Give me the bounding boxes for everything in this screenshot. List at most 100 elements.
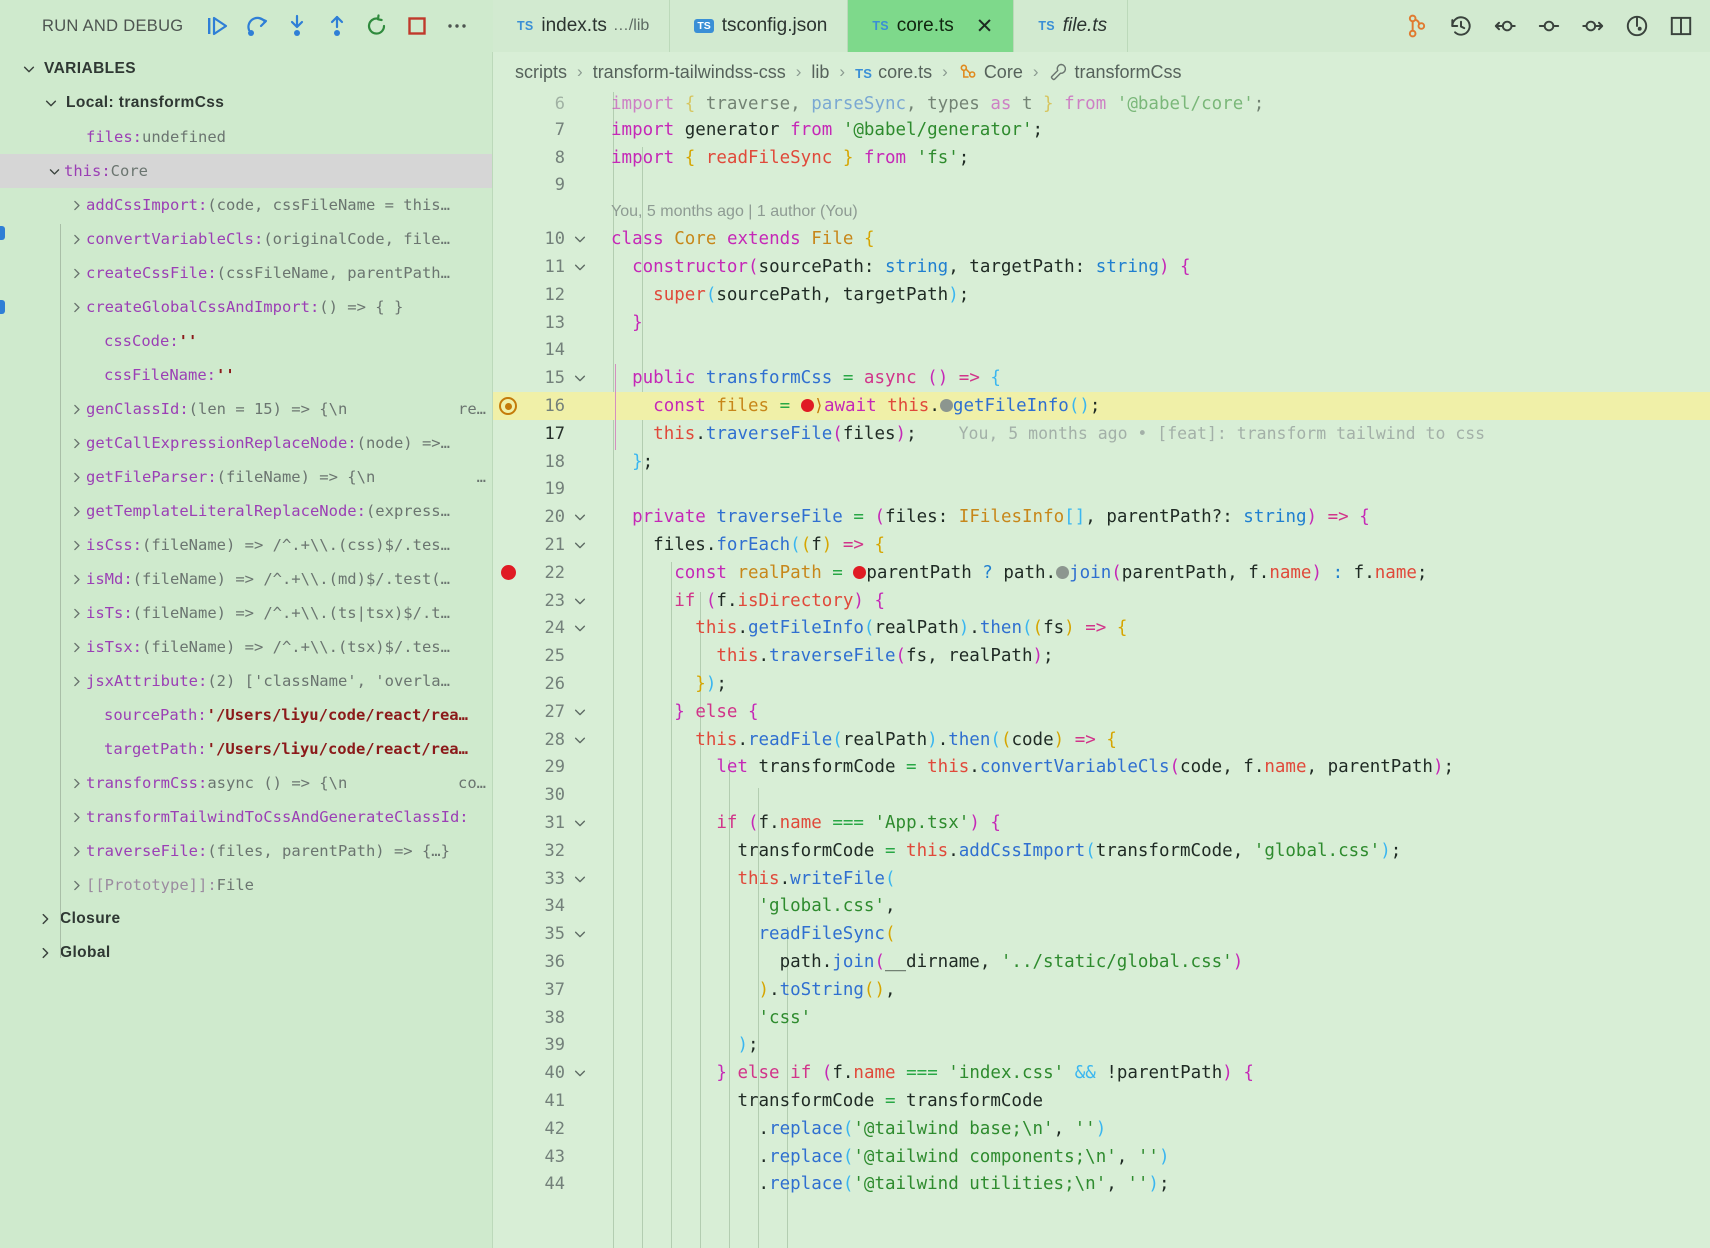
- variable-row[interactable]: cssFileName: '': [0, 358, 492, 392]
- fold-chevron-icon[interactable]: [565, 371, 595, 385]
- code-line[interactable]: 43 .replace('@tailwind components;\n', '…: [493, 1143, 1710, 1171]
- go-back-icon[interactable]: [1492, 13, 1518, 39]
- code-line[interactable]: 40 } else if (f.name === 'index.css' && …: [493, 1059, 1710, 1087]
- variable-row[interactable]: getCallExpressionReplaceNode: (node) =>…: [0, 426, 492, 460]
- variable-row[interactable]: traverseFile: (files, parentPath) => {…}: [0, 834, 492, 868]
- fold-chevron-icon[interactable]: [565, 232, 595, 246]
- code-line[interactable]: 12 super(sourcePath, targetPath);: [493, 281, 1710, 309]
- variable-row[interactable]: cssCode: '': [0, 324, 492, 358]
- code-line[interactable]: 7 import generator from '@babel/generator…: [493, 116, 1710, 144]
- breadcrumb-item[interactable]: transform-tailwindss-css: [593, 62, 786, 83]
- tab-core-ts[interactable]: TS core.ts ✕: [848, 0, 1015, 52]
- code-line[interactable]: 19: [493, 476, 1710, 504]
- scope-local-transformcss[interactable]: Local: transformCss: [0, 86, 492, 120]
- fold-chevron-icon[interactable]: [565, 1066, 595, 1080]
- code-line[interactable]: 25 this.traverseFile(fs, realPath);: [493, 642, 1710, 670]
- code-line[interactable]: 39 );: [493, 1032, 1710, 1060]
- stop-icon[interactable]: [405, 14, 429, 38]
- code-line[interactable]: 11 constructor(sourcePath: string, targe…: [493, 253, 1710, 281]
- chevron-right-icon[interactable]: [66, 607, 86, 620]
- variable-row[interactable]: sourcePath: '/Users/liyu/code/react/rea…: [0, 698, 492, 732]
- variable-row[interactable]: jsxAttribute: (2) ['className', 'overla…: [0, 664, 492, 698]
- code-line[interactable]: 24 this.getFileInfo(realPath).then((fs) …: [493, 615, 1710, 643]
- variable-row[interactable]: getFileParser: (fileName) => {\n…: [0, 460, 492, 494]
- restart-icon[interactable]: [365, 14, 389, 38]
- variable-row[interactable]: getTemplateLiteralReplaceNode: (express…: [0, 494, 492, 528]
- variable-row[interactable]: this: Core: [0, 154, 492, 188]
- code-line[interactable]: 21 files.forEach((f) => {: [493, 531, 1710, 559]
- variable-row[interactable]: addCssImport: (code, cssFileName = this…: [0, 188, 492, 222]
- variable-row[interactable]: isTsx: (fileName) => /^.+\\.(tsx)$/.tes…: [0, 630, 492, 664]
- variable-row[interactable]: [[Prototype]]: File: [0, 868, 492, 902]
- chevron-right-icon[interactable]: [66, 301, 86, 314]
- chevron-right-icon[interactable]: [66, 777, 86, 790]
- chevron-down-icon[interactable]: [44, 165, 64, 178]
- chevron-right-icon[interactable]: [66, 199, 86, 212]
- chevron-right-icon[interactable]: [66, 403, 86, 416]
- code-line[interactable]: 38 'css': [493, 1004, 1710, 1032]
- variable-row[interactable]: createCssFile: (cssFileName, parentPath…: [0, 256, 492, 290]
- code-line[interactable]: 35 readFileSync(: [493, 920, 1710, 948]
- fold-chevron-icon[interactable]: [565, 927, 595, 941]
- code-line[interactable]: 30: [493, 781, 1710, 809]
- code-line[interactable]: 17 this.traverseFile(files); You, 5 month…: [493, 420, 1710, 448]
- chevron-right-icon[interactable]: [66, 471, 86, 484]
- chevron-right-icon[interactable]: [66, 233, 86, 246]
- breadcrumb-item[interactable]: scripts: [515, 62, 567, 83]
- code-line[interactable]: 31 if (f.name === 'App.tsx') {: [493, 809, 1710, 837]
- scope-closure[interactable]: Closure: [0, 902, 492, 936]
- variable-row[interactable]: genClassId: (len = 15) => {\n re…: [0, 392, 492, 426]
- run-debug-icon[interactable]: [1624, 13, 1650, 39]
- code-line[interactable]: 29 let transformCode = this.convertVaria…: [493, 754, 1710, 782]
- tab-tsconfig-json[interactable]: TS tsconfig.json: [670, 0, 849, 52]
- code-line[interactable]: 20 private traverseFile = (files: IFiles…: [493, 503, 1710, 531]
- code-line[interactable]: 27 } else {: [493, 698, 1710, 726]
- continue-icon[interactable]: [205, 14, 229, 38]
- fold-chevron-icon[interactable]: [565, 621, 595, 635]
- fold-chevron-icon[interactable]: [565, 733, 595, 747]
- active-breakpoint-icon[interactable]: [499, 397, 517, 416]
- code-line[interactable]: 32 transformCode = this.addCssImport(tra…: [493, 837, 1710, 865]
- chevron-right-icon[interactable]: [66, 675, 86, 688]
- step-over-icon[interactable]: [245, 14, 269, 38]
- timeline-history-icon[interactable]: [1448, 13, 1474, 39]
- code-line[interactable]: 28 this.readFile(realPath).then((code) =…: [493, 726, 1710, 754]
- code-line[interactable]: 14: [493, 337, 1710, 365]
- chevron-right-icon[interactable]: [66, 505, 86, 518]
- code-line[interactable]: 13 }: [493, 309, 1710, 337]
- chevron-right-icon[interactable]: [66, 437, 86, 450]
- more-actions-icon[interactable]: [445, 14, 469, 38]
- variable-row[interactable]: createGlobalCssAndImport: () => { }: [0, 290, 492, 324]
- code-line[interactable]: 15 public transformCss = async () => {: [493, 364, 1710, 392]
- breadcrumb-item[interactable]: Core: [958, 62, 1023, 83]
- tab-index-ts[interactable]: TS index.ts …/lib: [493, 0, 671, 52]
- breakpoint-gutter[interactable]: [493, 565, 523, 581]
- code-line[interactable]: 22 const realPath = parentPath ? path. jo…: [493, 559, 1710, 587]
- code-line[interactable]: 33 this.writeFile(: [493, 865, 1710, 893]
- fold-chevron-icon[interactable]: [565, 705, 595, 719]
- bookmark-icon[interactable]: [1536, 13, 1562, 39]
- variable-row[interactable]: targetPath: '/Users/liyu/code/react/rea…: [0, 732, 492, 766]
- breadcrumb-item[interactable]: lib: [811, 62, 829, 83]
- code-line[interactable]: 16 const files = ⟩await this. getFileInfo…: [493, 392, 1710, 420]
- variable-row[interactable]: transformTailwindToCssAndGenerateClassId…: [0, 800, 492, 834]
- chevron-right-icon[interactable]: [66, 267, 86, 280]
- code-line[interactable]: 34 'global.css',: [493, 893, 1710, 921]
- chevron-right-icon[interactable]: [66, 641, 86, 654]
- code-line[interactable]: 42 .replace('@tailwind base;\n', ''): [493, 1115, 1710, 1143]
- step-into-icon[interactable]: [285, 14, 309, 38]
- code-line[interactable]: 23 if (f.isDirectory) {: [493, 587, 1710, 615]
- breadcrumb-item[interactable]: TS core.ts: [855, 62, 932, 83]
- fold-chevron-icon[interactable]: [565, 872, 595, 886]
- code-line[interactable]: 44 .replace('@tailwind utilities;\n', ''…: [493, 1170, 1710, 1198]
- fold-chevron-icon[interactable]: [565, 510, 595, 524]
- code-line[interactable]: 18 };: [493, 448, 1710, 476]
- code-line[interactable]: 36 path.join(__dirname, '../static/globa…: [493, 948, 1710, 976]
- step-target-icon[interactable]: ⟩: [814, 396, 824, 416]
- code-line[interactable]: 8 import { readFileSync } from 'fs';: [493, 144, 1710, 172]
- scope-global[interactable]: Global: [0, 936, 492, 970]
- variable-row[interactable]: isMd: (fileName) => /^.+\\.(md)$/.test(…: [0, 562, 492, 596]
- chevron-right-icon[interactable]: [66, 879, 86, 892]
- section-variables[interactable]: VARIABLES: [0, 52, 492, 86]
- code-line[interactable]: 10 class Core extends File {: [493, 225, 1710, 253]
